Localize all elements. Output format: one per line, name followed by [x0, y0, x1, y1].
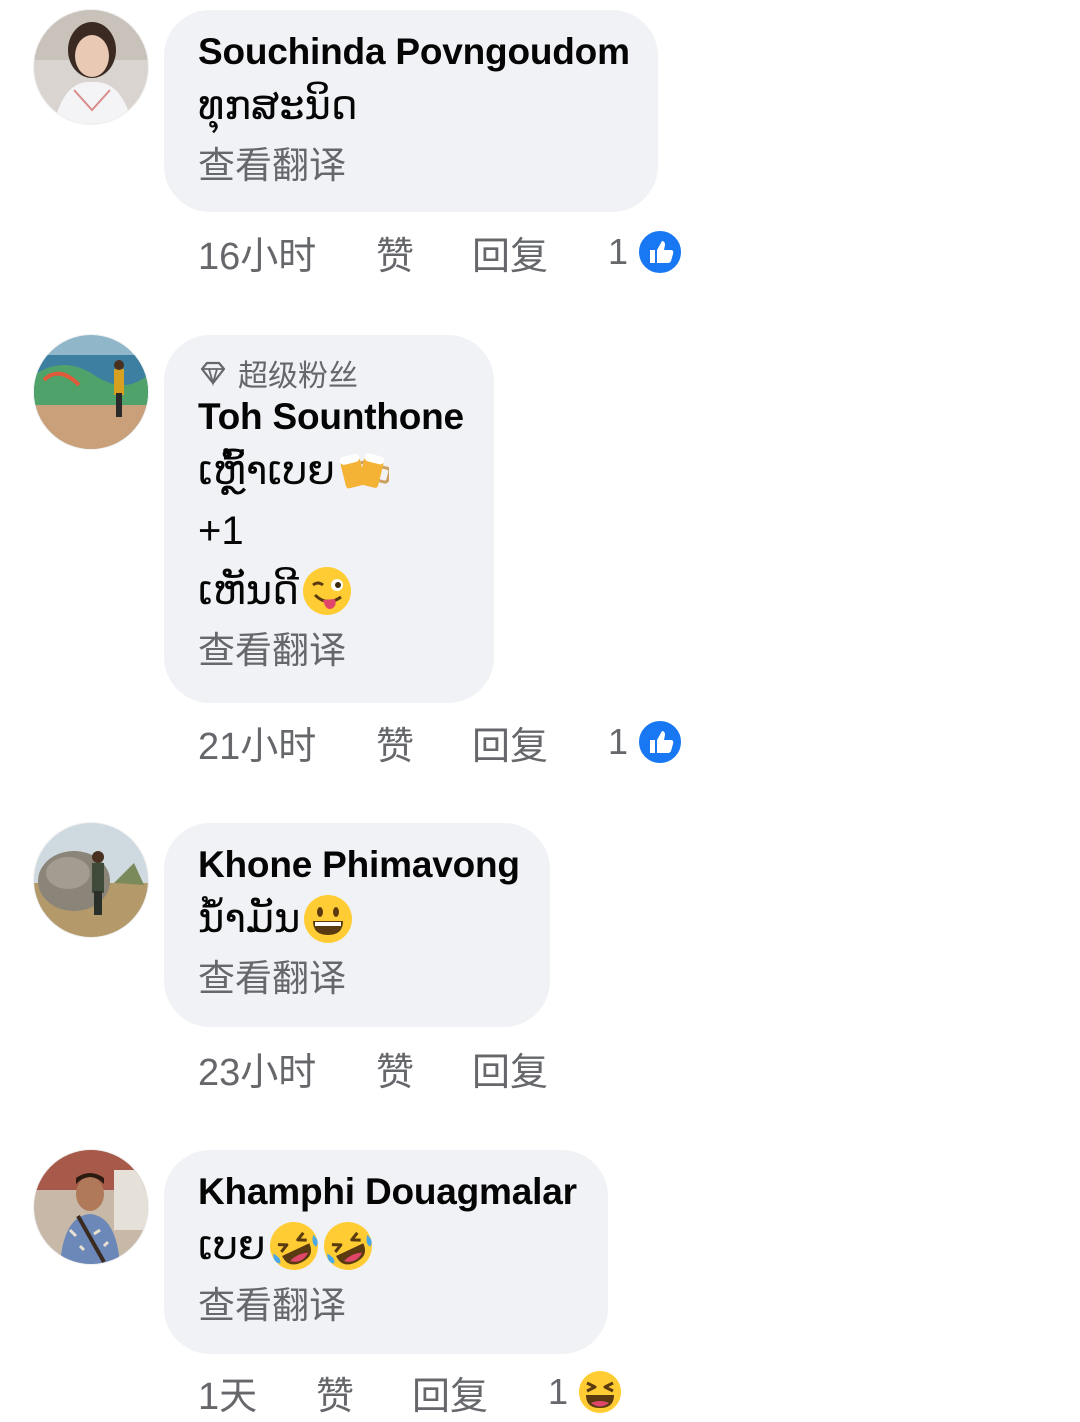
reaction-count: 1	[608, 721, 629, 762]
comment-text-line: ທຸກສະນິດ	[198, 84, 358, 128]
avatar[interactable]	[34, 335, 148, 449]
see-translation-link[interactable]: 查看翻译	[198, 949, 516, 1009]
like-button[interactable]: 赞	[316, 1365, 412, 1420]
reaction-count: 1	[608, 231, 629, 272]
comment-text: ເບຍ	[198, 1216, 574, 1276]
reply-button[interactable]: 回复	[472, 715, 588, 770]
reaction-summary[interactable]: 1	[608, 228, 684, 276]
top-fan-badge: 超级粉丝	[198, 353, 460, 393]
timestamp[interactable]: 21小时	[198, 715, 376, 770]
comment-bubble: Khamphi Douagmalar ເບຍ 查看翻译	[164, 1150, 608, 1354]
comment-text: ນ້ຳມັນ	[198, 889, 516, 949]
haha-reaction-icon	[576, 1368, 624, 1416]
comment-bubble: Souchinda Povngoudom ທຸກສະນິດ 查看翻译	[164, 10, 658, 212]
thumbs-up-icon	[636, 228, 684, 276]
comment-text-line: ເບຍ	[198, 1224, 266, 1268]
comment-actions: 16小时 赞 回复 1	[198, 222, 684, 282]
rolling-laughing-emoji	[268, 1220, 320, 1272]
avatar[interactable]	[34, 1150, 148, 1264]
rolling-laughing-emoji	[322, 1220, 374, 1272]
comment-text: ເຫຼົ້າເບຍ	[198, 441, 460, 501]
comment-text: +1	[198, 501, 460, 561]
badge-label: 超级粉丝	[238, 360, 358, 393]
like-button[interactable]: 赞	[376, 225, 472, 280]
reply-button[interactable]: 回复	[472, 225, 588, 280]
comment-text-line: +1	[198, 509, 244, 553]
like-button[interactable]: 赞	[376, 715, 472, 770]
timestamp[interactable]: 23小时	[198, 1041, 376, 1096]
see-translation-link[interactable]: 查看翻译	[198, 136, 624, 196]
like-button[interactable]: 赞	[376, 1041, 472, 1096]
comment-bubble: Khone Phimavong ນ້ຳມັນ 查看翻译	[164, 823, 550, 1027]
author-name[interactable]: Khone Phimavong	[198, 841, 520, 889]
diamond-icon	[198, 358, 228, 388]
comment-text-line: ນ້ຳມັນ	[198, 897, 301, 941]
comment-bubble: 超级粉丝 Toh Sounthone ເຫຼົ້າເບຍ +1 ເຫັນດີ 查…	[164, 335, 494, 703]
reply-button[interactable]: 回复	[472, 1041, 588, 1096]
author-name[interactable]: Souchinda Povngoudom	[198, 28, 630, 76]
comment-text: ເຫັນດີ	[198, 561, 460, 621]
beer-mugs-emoji	[337, 445, 389, 497]
author-name[interactable]: Toh Sounthone	[198, 393, 464, 441]
reply-button[interactable]: 回复	[412, 1365, 528, 1420]
see-translation-link[interactable]: 查看翻译	[198, 621, 460, 681]
timestamp[interactable]: 16小时	[198, 225, 376, 280]
comment-text-line: ເຫຼົ້າເບຍ	[198, 449, 335, 493]
winking-tongue-emoji	[301, 565, 353, 617]
avatar[interactable]	[34, 823, 148, 937]
reaction-count: 1	[548, 1371, 569, 1412]
grinning-face-emoji	[302, 893, 354, 945]
comment-actions: 21小时 赞 回复 1	[198, 712, 684, 772]
reaction-summary[interactable]: 1	[548, 1368, 624, 1416]
comment-text: ທຸກສະນິດ	[198, 76, 624, 136]
avatar[interactable]	[34, 10, 148, 124]
comment-actions: 1天 赞 回复 1	[198, 1362, 624, 1422]
see-translation-link[interactable]: 查看翻译	[198, 1276, 574, 1336]
author-name[interactable]: Khamphi Douagmalar	[198, 1168, 577, 1216]
timestamp[interactable]: 1天	[198, 1365, 316, 1420]
reaction-summary[interactable]: 1	[608, 718, 684, 766]
comment-text-line: ເຫັນດີ	[198, 569, 299, 613]
comment-actions: 23小时 赞 回复	[198, 1038, 588, 1098]
thumbs-up-icon	[636, 718, 684, 766]
